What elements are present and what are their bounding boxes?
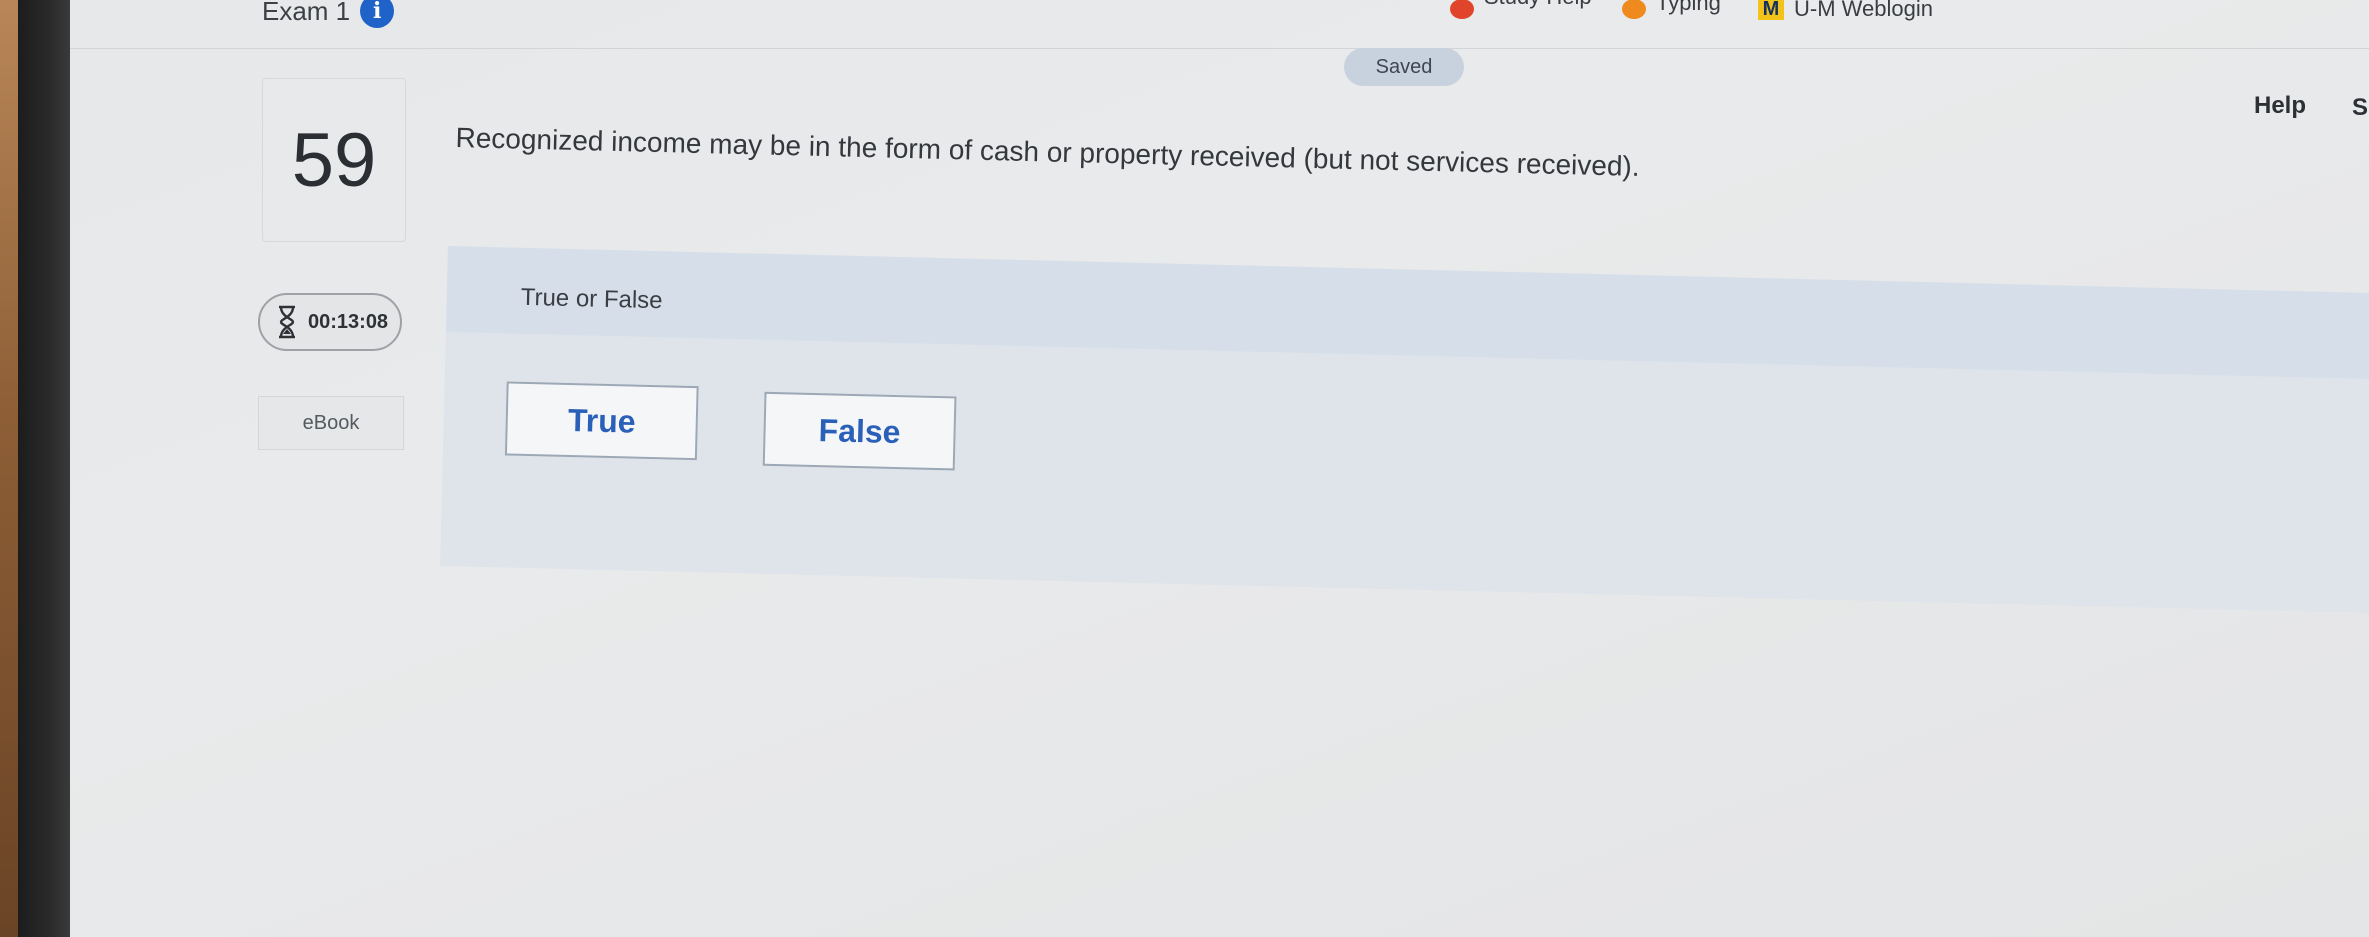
timer[interactable]: 00:13:08 [258,293,402,351]
answer-panel-header: True or False [445,246,2369,381]
exam-header: Exam 1 i [262,0,395,28]
desk-background [0,0,18,937]
question-number: 59 [291,117,377,203]
browser-viewport: Study Help Typing M U-M Weblogin Exam 1 … [70,0,2369,937]
saved-status-badge: Saved [1344,48,1464,86]
typing-icon [1622,0,1646,19]
hourglass-icon [276,305,298,339]
truncated-header-link[interactable]: S [2352,94,2368,122]
question-type-label: True or False [520,283,663,315]
bookmark-study-help[interactable]: Study Help [1450,0,1592,22]
question-text: Recognized income may be in the form of … [455,122,1640,182]
ebook-button[interactable]: eBook [258,396,404,450]
true-button[interactable]: True [504,381,699,461]
exam-title: Exam 1 [262,0,351,26]
false-button[interactable]: False [762,391,957,471]
study-help-icon [1450,0,1474,19]
bookmark-typing[interactable]: Typing [1622,0,1721,22]
bookmark-um-weblogin[interactable]: M U-M Weblogin [1758,0,1933,22]
question-number-box: 59 [262,78,406,242]
michigan-m-logo: M [1758,0,1784,20]
help-link[interactable]: Help [2254,92,2306,120]
header-divider [70,48,2369,49]
timer-value: 00:13:08 [308,310,389,333]
bookmarks-bar: Study Help Typing M U-M Weblogin [70,0,2369,24]
info-icon[interactable]: i [360,0,395,28]
laptop-bezel [18,0,70,937]
answer-panel: True or False True False [440,246,2369,615]
